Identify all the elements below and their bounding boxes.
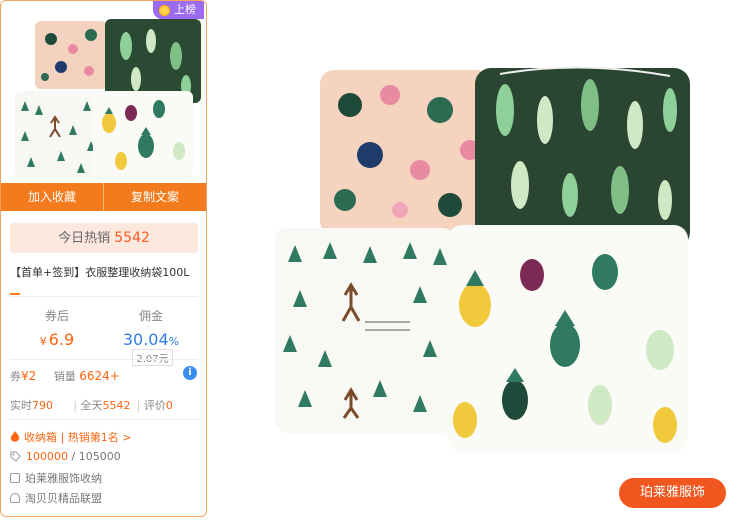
stock-row: 100000 / 105000 bbox=[10, 450, 121, 463]
today-hot-sales: 今日热销 5542 bbox=[10, 223, 198, 253]
percent-sign: % bbox=[168, 335, 180, 348]
card-actions: 加入收藏 复制文案 bbox=[1, 183, 206, 211]
stock-total: / 105000 bbox=[68, 450, 121, 463]
product-main-image[interactable] bbox=[270, 60, 700, 460]
product-card[interactable]: 上榜 加入收藏 复制文案 今日热销 5542 【首单+签到】衣服整理收纳袋100… bbox=[0, 0, 207, 517]
realtime-label: 实时 bbox=[10, 399, 32, 412]
realtime-value: 790 bbox=[32, 399, 53, 412]
coin-icon bbox=[159, 4, 170, 16]
info-icon[interactable]: i bbox=[183, 366, 197, 380]
divider bbox=[10, 296, 198, 297]
alliance-row[interactable]: 淘贝贝精品联盟 bbox=[10, 490, 102, 506]
ranking-badge-label: 上榜 bbox=[174, 3, 196, 16]
product-title[interactable]: 【首单+签到】衣服整理收纳袋100L bbox=[10, 264, 189, 280]
coupon-label: 券 bbox=[10, 370, 21, 383]
sales-value: 6624+ bbox=[79, 369, 120, 383]
today-hot-value: 5542 bbox=[114, 230, 150, 246]
alliance-name: 淘贝贝精品联盟 bbox=[25, 492, 102, 505]
title-underline bbox=[10, 293, 20, 295]
divider bbox=[10, 419, 198, 420]
separator: | bbox=[136, 399, 141, 412]
price-block: 券后 ¥6.9 佣金 30.04%2.07元 bbox=[10, 307, 198, 366]
category-rank-text: 收纳箱 | 热销第1名 > bbox=[24, 431, 132, 444]
today-hot-label: 今日热销 bbox=[58, 231, 111, 246]
product-thumbnail[interactable]: 上榜 bbox=[1, 1, 206, 183]
sales-label: 销量 bbox=[53, 370, 76, 383]
pink-floral-bag bbox=[320, 70, 490, 235]
shop-name-button[interactable]: 珀莱雅服饰 bbox=[619, 478, 726, 508]
separator: | bbox=[73, 399, 78, 412]
allday-value: 5542 bbox=[102, 399, 131, 412]
category-rank-link[interactable]: 收纳箱 | 热销第1名 > bbox=[10, 429, 131, 445]
stock-used: 100000 bbox=[26, 450, 68, 463]
fire-icon bbox=[10, 431, 20, 442]
after-coupon-label: 券后 bbox=[44, 309, 69, 323]
product-thumbnail-image bbox=[15, 19, 201, 179]
tag-icon bbox=[10, 451, 21, 462]
pineapple-pattern-bag bbox=[448, 225, 688, 453]
sales-stats-row: 实时790 | 全天5542 | 评价0 bbox=[10, 397, 200, 413]
green-leaf-bag bbox=[475, 66, 690, 248]
copy-text-button[interactable]: 复制文案 bbox=[103, 183, 206, 211]
coupon-sales-row: 券¥2 销量 6624+ bbox=[10, 368, 120, 384]
coupon-value: ¥2 bbox=[21, 369, 37, 383]
currency-symbol: ¥ bbox=[39, 335, 47, 348]
tree-pattern-bag bbox=[275, 228, 455, 433]
shop-name: 珀莱雅服饰收纳 bbox=[25, 472, 102, 485]
after-coupon-price: 券后 ¥6.9 bbox=[10, 307, 104, 349]
add-favorite-button[interactable]: 加入收藏 bbox=[1, 183, 103, 211]
allday-label: 全天 bbox=[80, 399, 103, 412]
ranking-badge: 上榜 bbox=[153, 1, 204, 19]
rating-label: 评价 bbox=[143, 399, 166, 412]
shop-row[interactable]: 珀莱雅服饰收纳 bbox=[10, 470, 102, 486]
commission-amount: 2.07元 bbox=[132, 349, 173, 366]
shop-icon bbox=[10, 473, 20, 483]
commission-label: 佣金 bbox=[138, 309, 163, 323]
after-coupon-value: 6.9 bbox=[48, 330, 75, 349]
user-icon bbox=[10, 493, 20, 503]
rating-value: 0 bbox=[165, 399, 173, 412]
commission-rate: 30.04 bbox=[122, 330, 169, 349]
divider bbox=[10, 359, 198, 360]
